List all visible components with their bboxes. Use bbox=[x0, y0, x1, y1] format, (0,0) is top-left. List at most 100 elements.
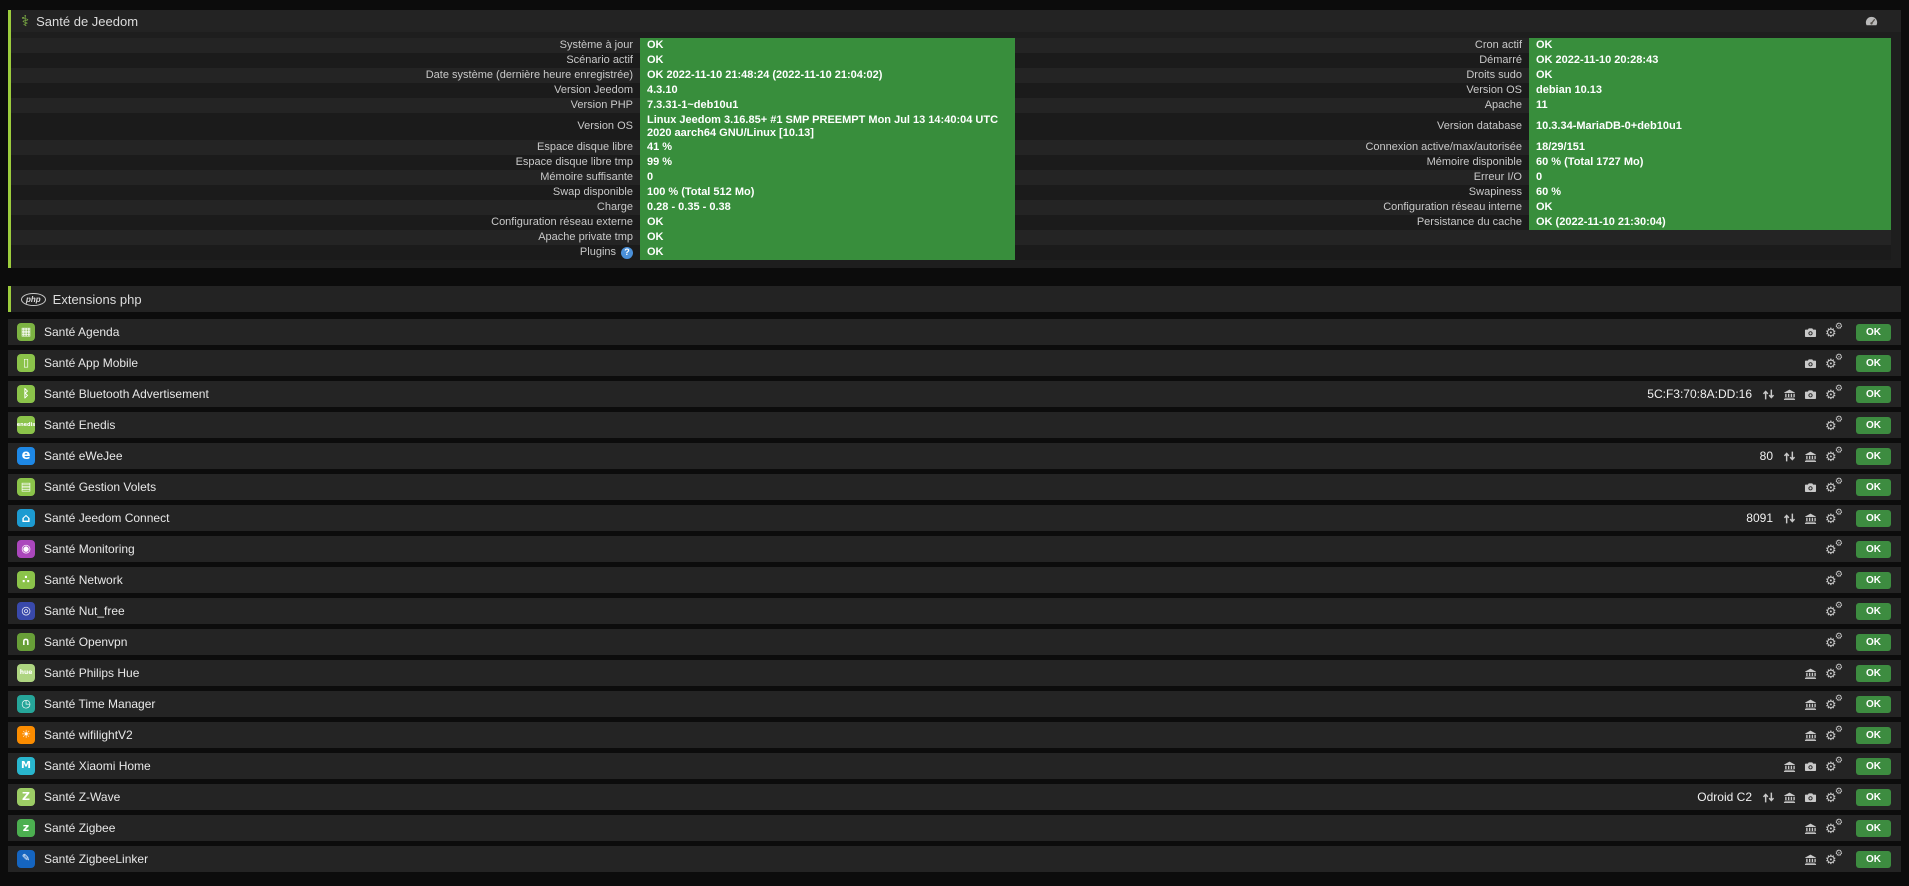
cogs-icon[interactable]: ⚙ ⚙ bbox=[1825, 725, 1843, 744]
bank-icon[interactable] bbox=[1804, 450, 1817, 463]
health-label: Version OS bbox=[577, 120, 633, 132]
updown-arrows-icon[interactable] bbox=[1783, 512, 1796, 525]
plugin-name: Santé Philips Hue bbox=[44, 666, 140, 680]
health-label bbox=[1015, 230, 1529, 245]
health-value: OK bbox=[640, 215, 1015, 230]
plugin-row: ▤ Santé Gestion Volets ⚙ ⚙ OK bbox=[8, 474, 1901, 500]
cogs-icon[interactable]: ⚙ ⚙ bbox=[1825, 849, 1843, 868]
health-row: Configuration réseau externe OK Persistanc… bbox=[11, 215, 1891, 230]
status-badge[interactable]: OK bbox=[1856, 385, 1891, 403]
cogs-icon[interactable]: ⚙ ⚙ bbox=[1825, 570, 1843, 589]
bank-icon[interactable] bbox=[1804, 822, 1817, 835]
status-badge[interactable]: OK bbox=[1856, 509, 1891, 527]
status-badge[interactable]: OK bbox=[1856, 664, 1891, 682]
cogs-icon[interactable]: ⚙ ⚙ bbox=[1825, 632, 1843, 651]
plugin-row-actions: 80 ⚙ ⚙ OK bbox=[1760, 446, 1891, 465]
status-badge[interactable]: OK bbox=[1856, 633, 1891, 651]
health-label: Configuration réseau externe bbox=[491, 216, 633, 228]
status-badge[interactable]: OK bbox=[1856, 571, 1891, 589]
camera-icon[interactable] bbox=[1804, 326, 1817, 339]
updown-arrows-icon[interactable] bbox=[1762, 388, 1775, 401]
bank-icon[interactable] bbox=[1804, 853, 1817, 866]
plugin-row-actions: 5C:F3:70:8A:DD:16 ⚙ ⚙ OK bbox=[1647, 384, 1891, 403]
plugin-row-actions: ⚙ ⚙ OK bbox=[1804, 725, 1891, 744]
plugin-name: Santé Bluetooth Advertisement bbox=[44, 387, 209, 401]
cogs-icon[interactable]: ⚙ ⚙ bbox=[1825, 415, 1843, 434]
health-label: Charge bbox=[596, 201, 633, 213]
health-value: 11 bbox=[1529, 98, 1891, 113]
cogs-icon[interactable]: ⚙ ⚙ bbox=[1825, 818, 1843, 837]
z-wave-plugin-icon: Z bbox=[17, 788, 35, 806]
status-badge[interactable]: OK bbox=[1856, 602, 1891, 620]
camera-icon[interactable] bbox=[1804, 357, 1817, 370]
health-label: Erreur I/O bbox=[1473, 171, 1522, 183]
status-badge[interactable]: OK bbox=[1856, 478, 1891, 496]
plugin-row-actions: ⚙ ⚙ OK bbox=[1825, 601, 1891, 620]
status-badge[interactable]: OK bbox=[1856, 850, 1891, 868]
cogs-icon[interactable]: ⚙ ⚙ bbox=[1825, 446, 1843, 465]
camera-icon[interactable] bbox=[1804, 791, 1817, 804]
cogs-icon[interactable]: ⚙ ⚙ bbox=[1825, 787, 1843, 806]
cogs-icon[interactable]: ⚙ ⚙ bbox=[1825, 508, 1843, 527]
plugin-row: M Santé Xiaomi Home ⚙ ⚙ OK bbox=[8, 753, 1901, 779]
updown-arrows-icon[interactable] bbox=[1783, 450, 1796, 463]
health-value: 99 % bbox=[640, 155, 1015, 170]
health-label: Démarré bbox=[1479, 54, 1522, 66]
status-badge[interactable]: OK bbox=[1856, 447, 1891, 465]
status-badge[interactable]: OK bbox=[1856, 788, 1891, 806]
health-value: 100 % (Total 512 Mo) bbox=[640, 185, 1015, 200]
bank-icon[interactable] bbox=[1783, 791, 1796, 804]
bank-icon[interactable] bbox=[1804, 667, 1817, 680]
camera-icon[interactable] bbox=[1804, 760, 1817, 773]
zigbeelinker-plugin-icon: ✎ bbox=[17, 850, 35, 868]
bank-icon[interactable] bbox=[1804, 729, 1817, 742]
camera-icon[interactable] bbox=[1804, 388, 1817, 401]
cogs-icon[interactable]: ⚙ ⚙ bbox=[1825, 353, 1843, 372]
cogs-icon[interactable]: ⚙ ⚙ bbox=[1825, 663, 1843, 682]
cogs-icon[interactable]: ⚙ ⚙ bbox=[1825, 694, 1843, 713]
status-badge[interactable]: OK bbox=[1856, 726, 1891, 744]
health-value: 10.3.34-MariaDB-0+deb10u1 bbox=[1529, 113, 1891, 140]
plugin-row-actions: ⚙ ⚙ OK bbox=[1825, 415, 1891, 434]
cogs-icon[interactable]: ⚙ ⚙ bbox=[1825, 477, 1843, 496]
status-badge[interactable]: OK bbox=[1856, 819, 1891, 837]
plugin-row-actions: ⚙ ⚙ OK bbox=[1825, 570, 1891, 589]
health-row: Version Jeedom 4.3.10 Version OS debian 10.… bbox=[11, 83, 1891, 98]
plugin-row: ∩ Santé Openvpn ⚙ ⚙ OK bbox=[8, 629, 1901, 655]
cogs-icon[interactable]: ⚙ ⚙ bbox=[1825, 539, 1843, 558]
plugin-name: Santé Time Manager bbox=[44, 697, 156, 711]
status-badge[interactable]: OK bbox=[1856, 416, 1891, 434]
bank-icon[interactable] bbox=[1783, 760, 1796, 773]
updown-arrows-icon[interactable] bbox=[1762, 791, 1775, 804]
app-mobile-plugin-icon: ▯ bbox=[17, 354, 35, 372]
health-label: Persistance du cache bbox=[1416, 216, 1522, 228]
bank-icon[interactable] bbox=[1804, 512, 1817, 525]
cogs-icon[interactable]: ⚙ ⚙ bbox=[1825, 322, 1843, 341]
plugin-row-actions: ⚙ ⚙ OK bbox=[1825, 539, 1891, 558]
wifilightv2-plugin-icon: ☀ bbox=[17, 726, 35, 744]
cogs-icon[interactable]: ⚙ ⚙ bbox=[1825, 601, 1843, 620]
plugin-list: ▦ Santé Agenda ⚙ ⚙ OK ▯ Santé App Mobile ⚙ ⚙ OK ᛒ S… bbox=[8, 319, 1901, 872]
plugin-row-actions: ⚙ ⚙ OK bbox=[1804, 818, 1891, 837]
status-badge[interactable]: OK bbox=[1856, 354, 1891, 372]
bluetooth-advertisement-plugin-icon: ᛒ bbox=[17, 385, 35, 403]
cogs-icon[interactable]: ⚙ ⚙ bbox=[1825, 384, 1843, 403]
openvpn-plugin-icon: ∩ bbox=[17, 633, 35, 651]
plugin-row: ⌂ Santé Jeedom Connect 8091 ⚙ ⚙ OK bbox=[8, 505, 1901, 531]
health-label: Version Jeedom bbox=[554, 84, 633, 96]
bank-icon[interactable] bbox=[1783, 388, 1796, 401]
health-label: Mémoire disponible bbox=[1426, 156, 1522, 168]
camera-icon[interactable] bbox=[1804, 481, 1817, 494]
cogs-icon[interactable]: ⚙ ⚙ bbox=[1825, 756, 1843, 775]
status-badge[interactable]: OK bbox=[1856, 695, 1891, 713]
status-badge[interactable]: OK bbox=[1856, 323, 1891, 341]
help-icon[interactable]: ? bbox=[621, 246, 633, 259]
status-badge[interactable]: OK bbox=[1856, 540, 1891, 558]
caduceus-icon: ⚕ bbox=[21, 11, 30, 30]
health-value: Linux Jeedom 3.16.85+ #1 SMP PREEMPT Mon… bbox=[640, 113, 1015, 140]
bank-icon[interactable] bbox=[1804, 698, 1817, 711]
status-badge[interactable]: OK bbox=[1856, 757, 1891, 775]
tachometer-icon[interactable] bbox=[1864, 14, 1879, 29]
ewejee-plugin-icon: e bbox=[17, 447, 35, 465]
plugin-row: hue Santé Philips Hue ⚙ ⚙ OK bbox=[8, 660, 1901, 686]
